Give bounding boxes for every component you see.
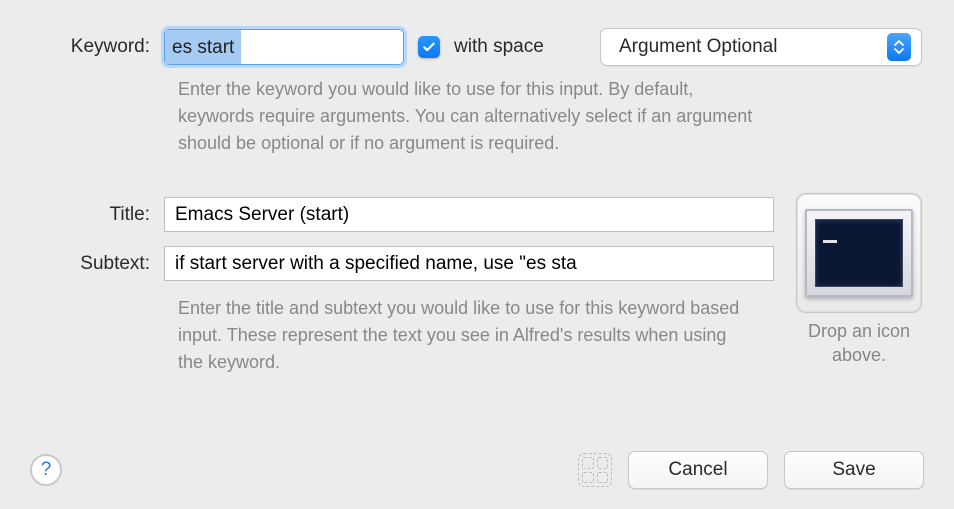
subtext-row: Subtext:: [16, 246, 774, 281]
keyword-selection: es start: [165, 30, 241, 64]
help-icon: ?: [41, 459, 52, 481]
checkmark-icon: [421, 39, 437, 55]
with-space-label: with space: [454, 36, 544, 58]
argument-select-value: Argument Optional: [619, 36, 777, 58]
help-button[interactable]: ?: [30, 454, 62, 486]
subtext-input[interactable]: [164, 246, 774, 281]
argument-select[interactable]: Argument Optional: [600, 28, 922, 66]
keyword-row: Keyword: es start with space Argument Op…: [16, 28, 922, 66]
keyword-note: Enter the keyword you would like to use …: [178, 76, 772, 157]
icon-well[interactable]: Drop an icon above.: [796, 193, 922, 368]
grid-icon[interactable]: [578, 453, 612, 487]
icon-well-caption: Drop an icon above.: [796, 319, 922, 368]
title-input[interactable]: [164, 197, 774, 232]
icon-preview: [796, 193, 922, 313]
chevron-up-down-icon: [887, 33, 911, 61]
footer: ? Cancel Save: [0, 451, 954, 497]
title-row: Title:: [16, 197, 774, 232]
preferences-sheet: Keyword: es start with space Argument Op…: [0, 0, 954, 509]
title-label: Title:: [16, 204, 164, 226]
terminal-icon: [805, 209, 913, 297]
keyword-input[interactable]: es start: [164, 29, 404, 65]
save-button[interactable]: Save: [784, 451, 924, 489]
title-subtext-note: Enter the title and subtext you would li…: [178, 295, 746, 376]
keyword-label: Keyword:: [16, 36, 164, 58]
subtext-label: Subtext:: [16, 253, 164, 275]
with-space-checkbox[interactable]: [418, 36, 440, 58]
cancel-button[interactable]: Cancel: [628, 451, 768, 489]
